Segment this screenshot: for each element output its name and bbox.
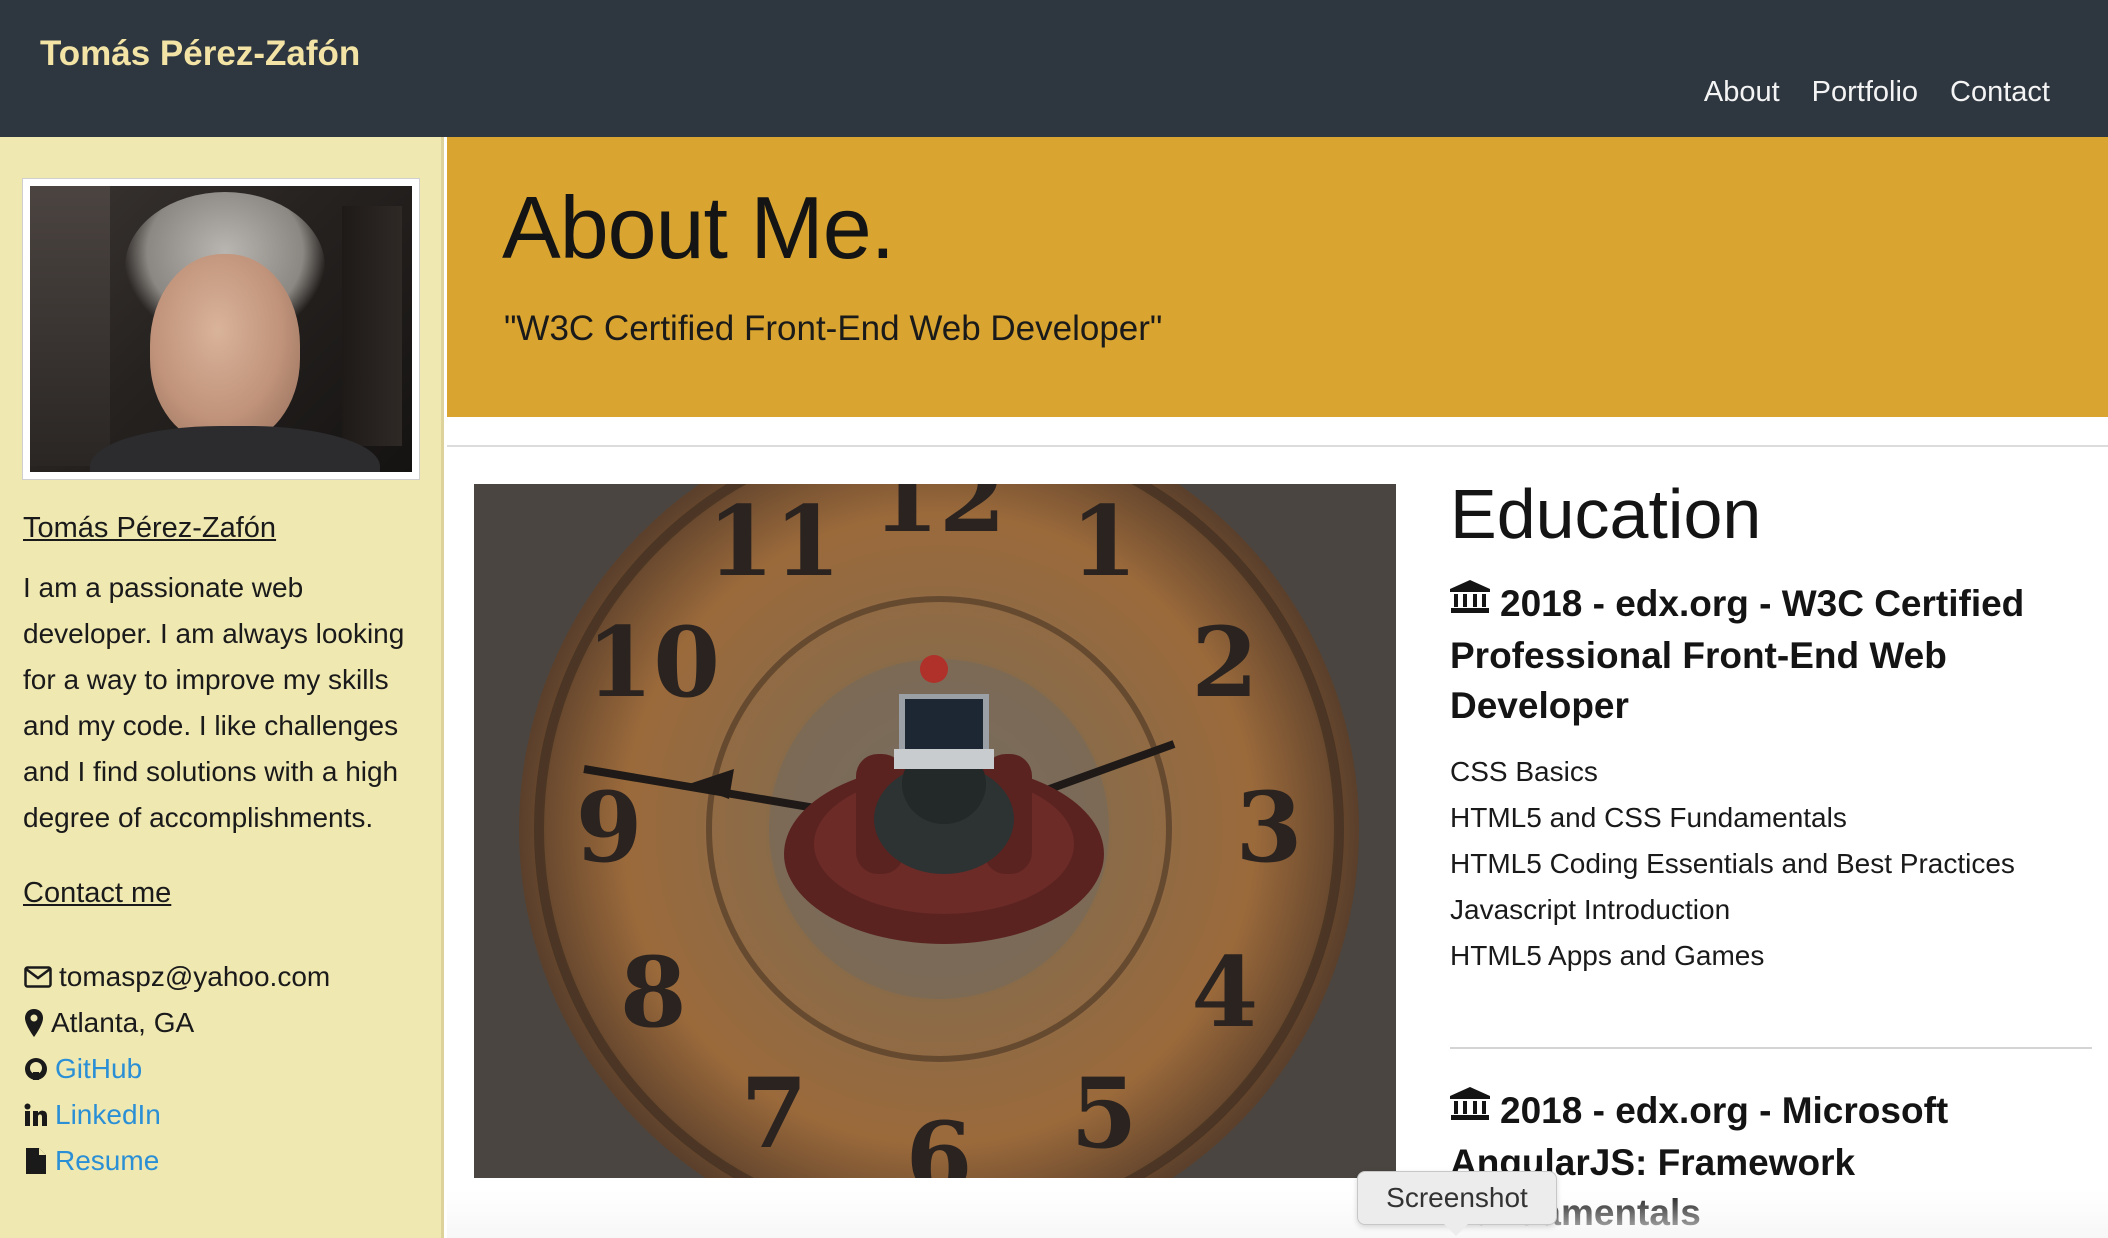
clock-numeral: 11 [707, 485, 841, 598]
course-item: Javascript Introduction [1450, 894, 1731, 925]
linkedin-item: LinkedIn [23, 1092, 330, 1138]
brand-title[interactable]: Tomás Pérez-Zafón [40, 34, 360, 74]
education-entry-heading: 2018 - edx.org - W3C Certified Professio… [1450, 579, 2070, 731]
clock-numeral: 8 [620, 936, 687, 1049]
github-icon [23, 1054, 49, 1084]
course-list: CSS Basics HTML5 and CSS Fundamentals HT… [1450, 749, 2015, 979]
clock-numeral: 5 [1071, 1057, 1138, 1170]
bio-text: I am a passionate web developer. I am al… [23, 572, 405, 833]
location-item: Atlanta, GA [23, 1000, 330, 1046]
email-item: tomaspz@yahoo.com [23, 954, 330, 1000]
section-divider [447, 445, 2108, 447]
navbar: Tomás Pérez-Zafón About Portfolio Contac… [0, 0, 2108, 137]
linkedin-link[interactable]: LinkedIn [55, 1099, 161, 1131]
course-item: HTML5 Coding Essentials and Best Practic… [1450, 848, 2015, 879]
github-item: GitHub [23, 1046, 330, 1092]
clock-numeral: 1 [1071, 485, 1138, 598]
clock-numeral: 6 [906, 1101, 973, 1178]
linkedin-icon [23, 1100, 49, 1130]
course-item: HTML5 and CSS Fundamentals [1450, 802, 1847, 833]
github-link[interactable]: GitHub [55, 1053, 142, 1085]
envelope-icon [23, 962, 53, 992]
course-item: CSS Basics [1450, 756, 1598, 787]
institution-icon [1450, 577, 1490, 627]
page-subtitle: "W3C Certified Front-End Web Developer" [504, 309, 1163, 348]
email-text: tomaspz@yahoo.com [59, 961, 331, 992]
page-title: About Me. [502, 178, 895, 277]
clock-image: 12 1 2 3 4 5 6 7 8 9 10 11 [474, 484, 1396, 1178]
nav-about[interactable]: About [1704, 76, 1780, 109]
education-entry-heading-text: 2018 - edx.org - W3C Certified Professio… [1450, 583, 2025, 727]
education-divider [1450, 1047, 2092, 1049]
profile-photo [30, 186, 412, 472]
course-item: HTML5 Apps and Games [1450, 940, 1765, 971]
nav-portfolio[interactable]: Portfolio [1812, 76, 1918, 109]
file-icon [23, 1146, 49, 1176]
clock-numeral: 12 [872, 484, 1006, 554]
clock-numeral: 9 [576, 771, 643, 884]
clock-numeral: 7 [741, 1057, 808, 1170]
profile-name-link[interactable]: Tomás Pérez-Zafón [23, 512, 276, 545]
location-text: Atlanta, GA [51, 1007, 195, 1038]
resume-link[interactable]: Resume [55, 1145, 159, 1177]
map-marker-icon [23, 1008, 45, 1038]
contact-info-list: tomaspz@yahoo.com Atlanta, GA GitHub Lin… [23, 954, 330, 1184]
profile-photo-frame [22, 178, 420, 480]
clock-numeral: 2 [1191, 606, 1258, 719]
resume-item: Resume [23, 1138, 330, 1184]
screenshot-tooltip: Screenshot [1357, 1171, 1557, 1236]
clock-numeral: 10 [586, 606, 720, 719]
institution-icon [1450, 1084, 1490, 1134]
clock-numeral: 4 [1191, 936, 1258, 1049]
education-title: Education [1450, 475, 1762, 553]
nav-links: About Portfolio Contact [1704, 76, 2050, 109]
hero-banner: About Me. "W3C Certified Front-End Web D… [447, 137, 2108, 417]
clock-numeral: 3 [1236, 771, 1303, 884]
nav-contact[interactable]: Contact [1950, 76, 2050, 109]
contact-me-link[interactable]: Contact me [23, 877, 171, 910]
